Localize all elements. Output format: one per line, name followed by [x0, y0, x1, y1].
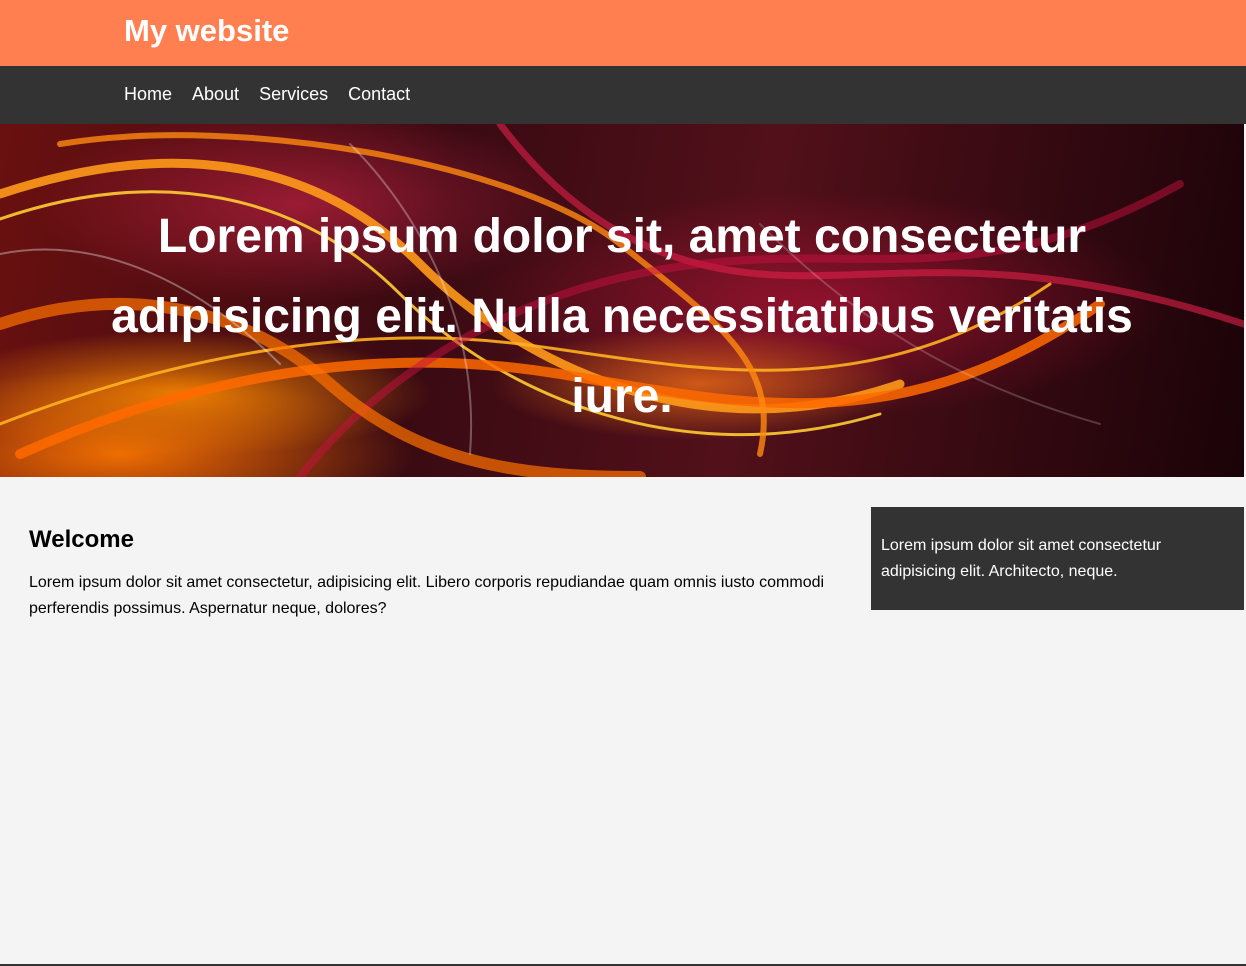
nav-link-about[interactable]: About: [192, 83, 239, 105]
site-header: My website: [0, 0, 1246, 66]
hero-banner: Lorem ipsum dolor sit, amet consectetur …: [0, 124, 1244, 477]
site-title[interactable]: My website: [124, 12, 289, 50]
nav-link-services[interactable]: Services: [259, 83, 328, 105]
nav-list: Home About Services Contact: [124, 83, 430, 105]
main-navigation: Home About Services Contact: [0, 66, 1246, 124]
welcome-paragraph: Lorem ipsum dolor sit amet consectetur, …: [29, 574, 825, 617]
nav-link-contact[interactable]: Contact: [348, 83, 410, 105]
main-content: Welcome Lorem ipsum dolor sit amet conse…: [29, 524, 839, 622]
sidebar-box: Lorem ipsum dolor sit amet consectetur a…: [871, 507, 1244, 610]
welcome-heading: Welcome: [29, 526, 134, 553]
nav-link-home[interactable]: Home: [124, 83, 172, 105]
sidebar-text: Lorem ipsum dolor sit amet consectetur a…: [881, 537, 1162, 580]
hero-headline: Lorem ipsum dolor sit, amet consectetur …: [111, 210, 1133, 423]
